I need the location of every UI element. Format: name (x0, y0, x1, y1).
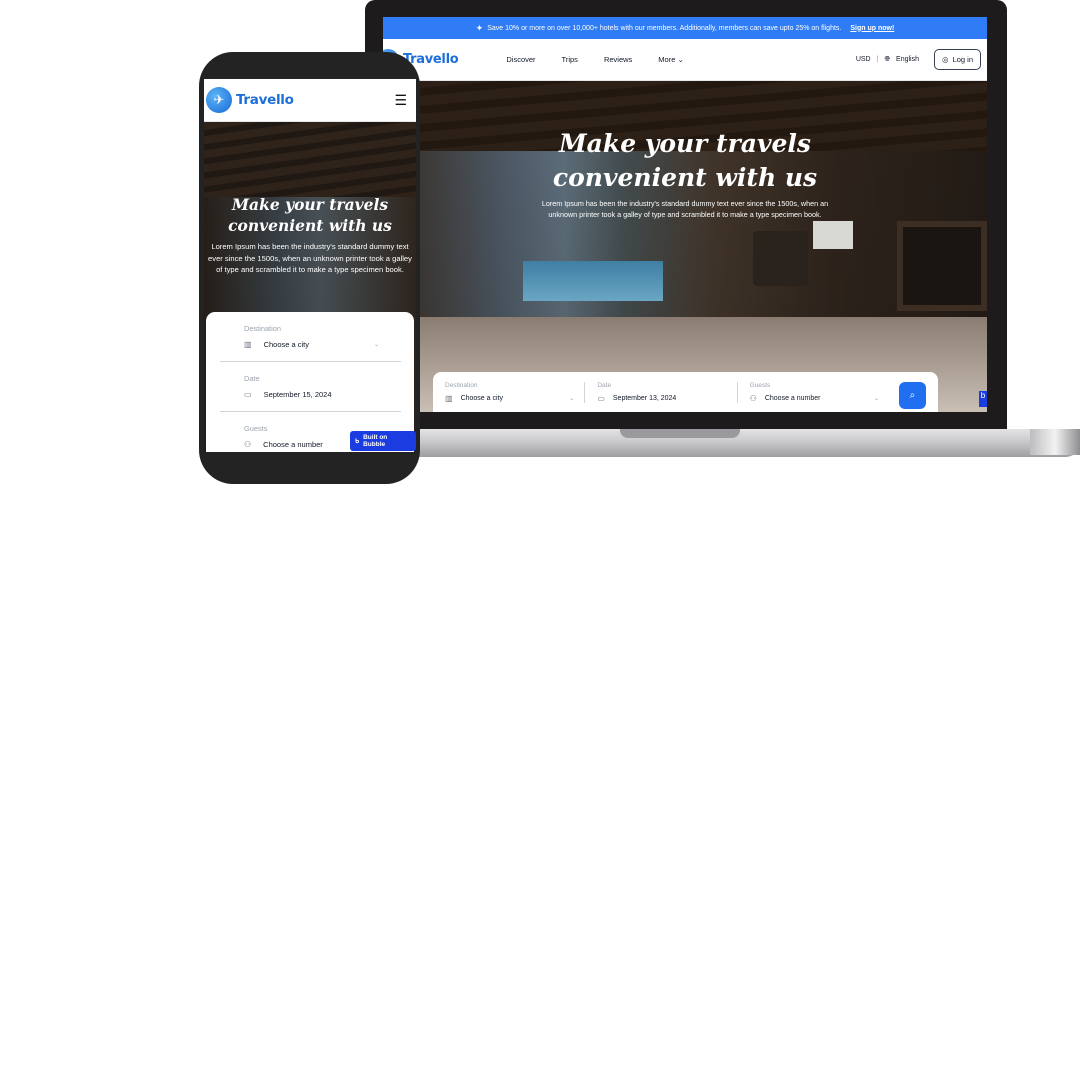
map-icon: ▥ (244, 340, 252, 349)
users-icon: ⚇ (749, 394, 757, 403)
chevron-down-icon: ⌄ (373, 342, 379, 348)
destination-label: Destination (244, 324, 281, 333)
date-label: Date (244, 374, 260, 383)
promo-banner: ✦ Save 10% or more on over 10,000+ hotel… (383, 17, 987, 39)
nav-link-discover[interactable]: Discover (506, 55, 535, 64)
language-selector[interactable]: English (896, 56, 919, 63)
bubble-logo-icon: ᑲ (355, 438, 360, 445)
calendar-icon: ▭ (244, 390, 252, 399)
hero-title-line1: Make your travels (231, 195, 389, 214)
mobile-hero: Make your travels convenient with us Lor… (204, 122, 416, 452)
login-button[interactable]: ◎ Log in (934, 49, 981, 70)
desktop-navbar: ✈ Travello Discover Trips Reviews More ⌄… (383, 39, 987, 81)
brand-name: Travello (236, 92, 294, 108)
hero-description: Lorem Ipsum has been the industry's stan… (208, 242, 412, 274)
chevron-down-icon: ⌄ (873, 396, 879, 402)
nav-link-more[interactable]: More ⌄ (658, 55, 683, 64)
nav-right: USD | 🌐︎ English ◎ Log in (856, 49, 981, 70)
destination-field[interactable]: Destination ▥ Choose a city ⌄ (445, 382, 584, 403)
promo-text: Save 10% or more on over 10,000+ hotels … (487, 24, 842, 32)
nav-link-trips[interactable]: Trips (562, 55, 578, 64)
desktop-screen: ✦ Save 10% or more on over 10,000+ hotel… (383, 17, 987, 412)
hero-title-line2: convenient with us (552, 163, 818, 192)
hero-title: Make your travels convenient with us (204, 194, 416, 236)
search-button[interactable]: ⌕ (898, 382, 926, 409)
date-value: September 13, 2024 (612, 395, 677, 402)
date-field[interactable]: Date ▭ September 13, 2024 (584, 382, 736, 403)
bubble-badge-stub[interactable]: b (979, 391, 987, 407)
hero-photo-lamp (753, 231, 808, 286)
divider: | (876, 56, 879, 63)
bubble-badge-label: Built on Bubble (363, 434, 388, 448)
date-label: Date (597, 382, 612, 389)
user-icon: ◎ (942, 55, 949, 64)
mobile-screen: ✈ Travello ☰ Make your travels convenien… (204, 79, 416, 452)
built-on-bubble-badge[interactable]: ᑲ Built on Bubble (350, 431, 416, 451)
signup-link[interactable]: Sign up now! (850, 25, 894, 32)
hero-photo-fireplace (897, 221, 987, 311)
chevron-down-icon: ⌄ (569, 396, 575, 402)
currency-selector[interactable]: USD (856, 56, 871, 63)
hero-title-line2: convenient with us (228, 216, 392, 235)
login-label: Log in (952, 55, 973, 64)
plane-icon: ✈ (206, 87, 232, 113)
nav-link-more-label: More (658, 55, 676, 64)
search-icon: ⌕ (909, 390, 916, 401)
hero-photo-sea (523, 261, 663, 301)
calendar-icon: ▭ (597, 394, 605, 403)
chevron-down-icon: ⌄ (677, 55, 684, 64)
hero-title: Make your travels convenient with us (383, 127, 987, 195)
hero-title-line1: Make your travels (559, 129, 811, 158)
destination-field[interactable]: Destination ▥ Choose a city ⌄ (220, 324, 401, 361)
menu-icon[interactable]: ☰ (394, 92, 407, 109)
desktop-search-bar: Destination ▥ Choose a city ⌄ Date ▭ Sep… (433, 372, 938, 412)
nav-link-reviews[interactable]: Reviews (604, 55, 632, 64)
desktop-hero: Make your travels convenient with us Lor… (383, 81, 987, 412)
laptop-notch (620, 429, 740, 438)
users-icon: ⚇ (244, 440, 252, 449)
map-icon: ▥ (445, 394, 453, 403)
destination-value: Choose a city (460, 395, 503, 402)
nav-links: Discover Trips Reviews More ⌄ (506, 55, 683, 64)
guests-value: Choose a number (263, 440, 323, 449)
destination-label: Destination (445, 382, 478, 389)
laptop-base-edge (1030, 429, 1080, 455)
destination-value: Choose a city (263, 340, 310, 349)
sparkle-icon: ✦ (475, 22, 484, 33)
guests-value: Choose a number (764, 395, 821, 402)
mobile-navbar: ✈ Travello ☰ (204, 79, 416, 122)
date-value: September 15, 2024 (263, 390, 332, 399)
guests-label: Guests (749, 382, 771, 389)
hero-description: Lorem Ipsum has been the industry's stan… (541, 199, 829, 219)
date-field[interactable]: Date ▭ September 15, 2024 (220, 361, 401, 411)
hero-photo-tv (813, 221, 853, 249)
guests-field[interactable]: Guests ⚇ Choose a number ⌄ (736, 382, 889, 403)
brand-logo[interactable]: ✈ Travello (206, 87, 294, 113)
globe-icon: 🌐︎ (884, 55, 891, 63)
